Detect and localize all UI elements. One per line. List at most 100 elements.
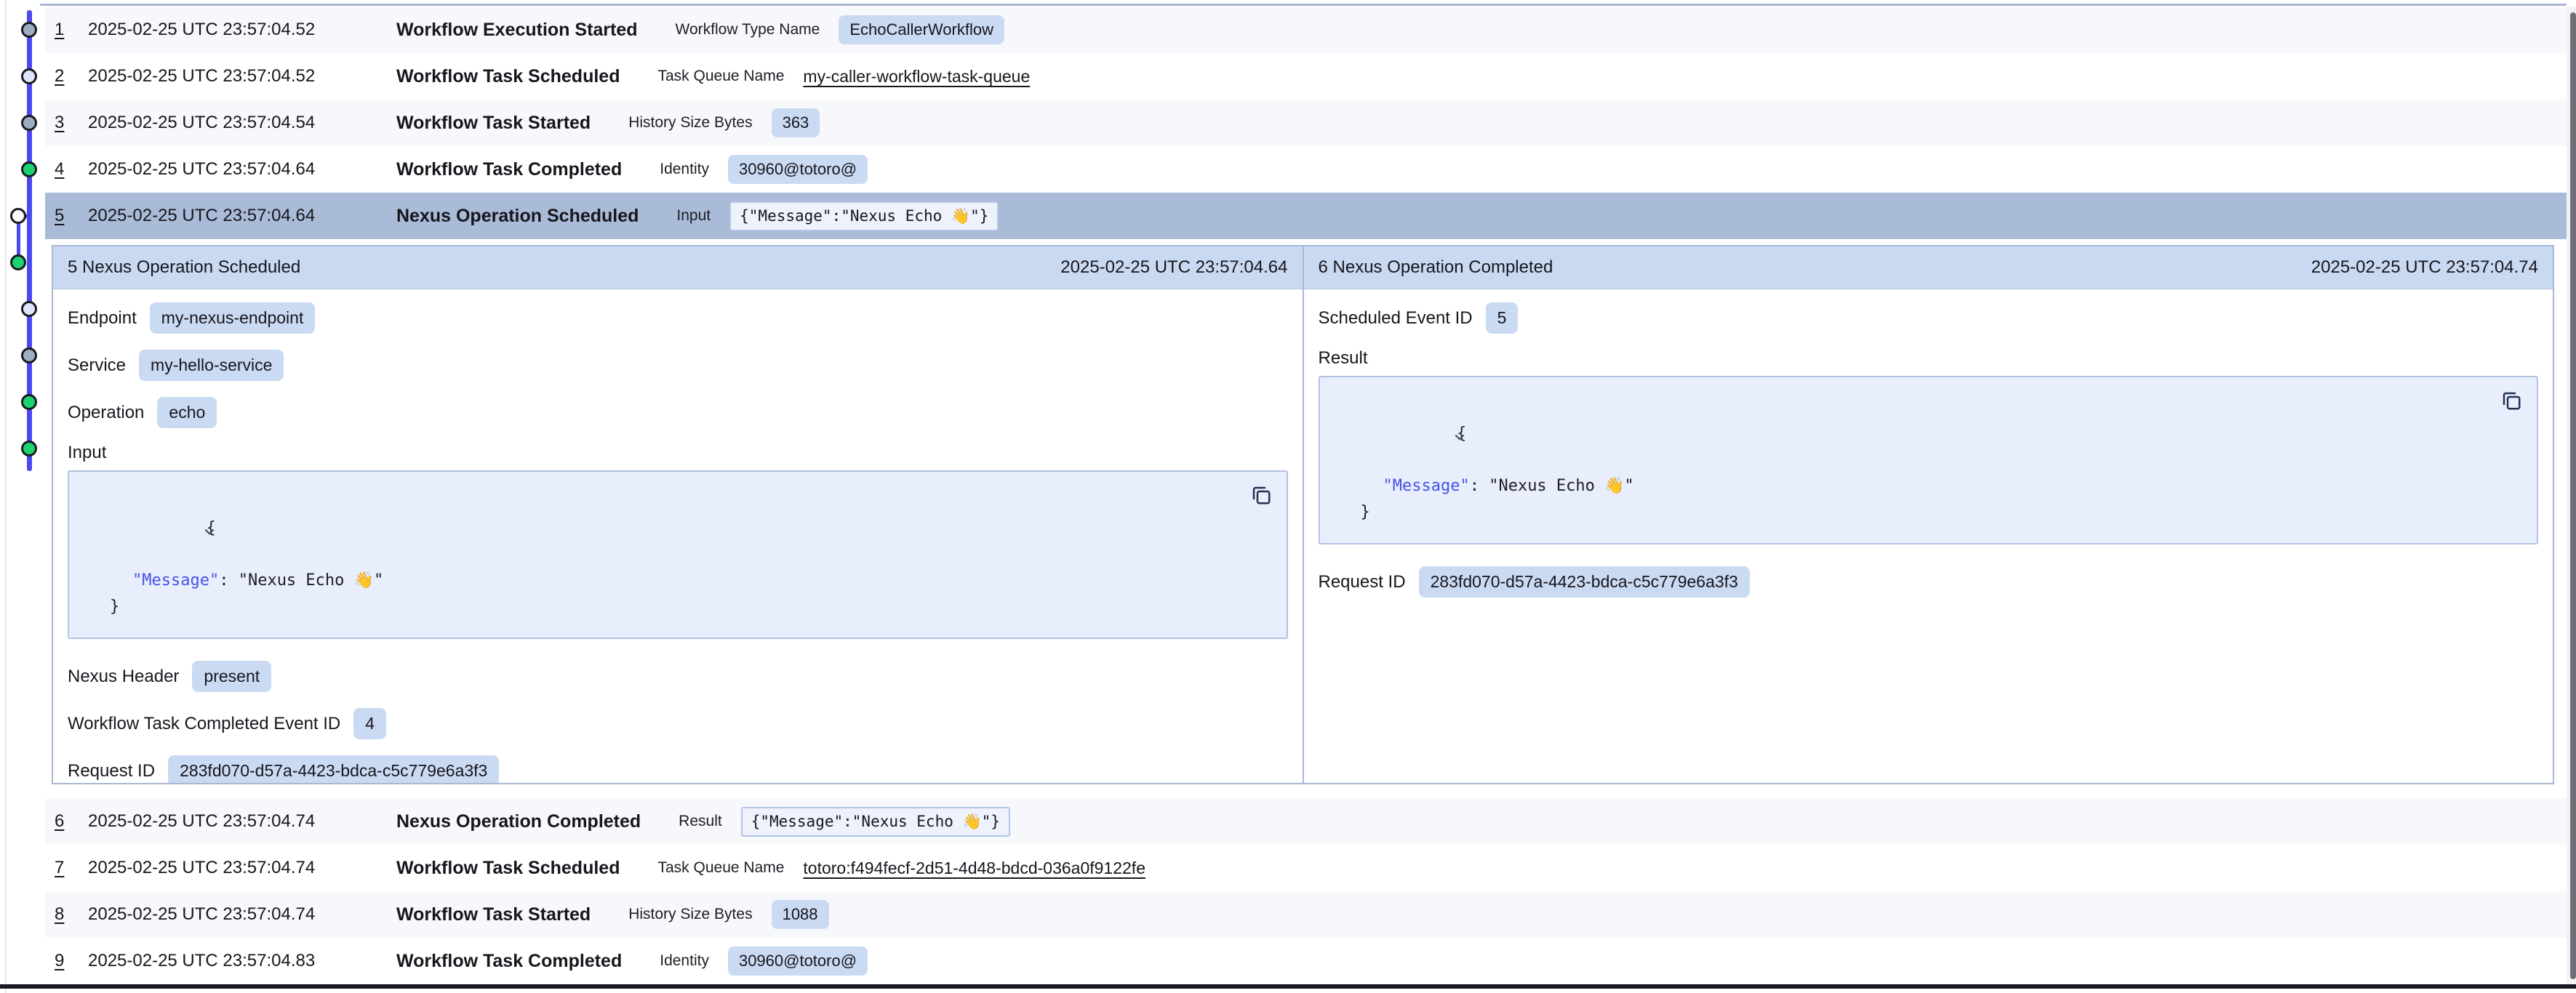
- event-rows-bottom: 6 2025-02-25 UTC 23:57:04.74 Nexus Opera…: [45, 798, 2567, 984]
- event-timestamp: 2025-02-25 UTC 23:57:04.64: [88, 159, 396, 180]
- copy-button[interactable]: [1249, 483, 1273, 508]
- event-timestamp: 2025-02-25 UTC 23:57:04.74: [88, 858, 396, 878]
- graph-node-7-icon[interactable]: [21, 301, 37, 317]
- event-name: Nexus Operation Completed: [396, 811, 641, 832]
- event-payload-badge: {"Message":"Nexus Echo 👋"}: [729, 201, 999, 231]
- next-row-edge: [0, 984, 2576, 989]
- event-6-detail-panel: 6 Nexus Operation Completed 2025-02-25 U…: [1304, 246, 2553, 783]
- event-timestamp: 2025-02-25 UTC 23:57:04.52: [88, 20, 396, 40]
- panel-title: 6 Nexus Operation Completed: [1319, 257, 1553, 278]
- event-name: Workflow Task Completed: [396, 159, 622, 180]
- event-name: Workflow Task Completed: [396, 951, 622, 972]
- event-id-link[interactable]: 1: [55, 20, 88, 40]
- history-table-top-border: [40, 4, 2567, 6]
- task-queue-link[interactable]: totoro:f494fecf-2d51-4d48-bdcd-036a0f912…: [803, 859, 1145, 878]
- event-id-link[interactable]: 8: [55, 904, 88, 925]
- service-label: Service: [68, 355, 126, 376]
- event-timestamp: 2025-02-25 UTC 23:57:04.64: [88, 206, 396, 226]
- event-attr-value-badge: 363: [772, 108, 820, 137]
- event-6-panel-header[interactable]: 6 Nexus Operation Completed 2025-02-25 U…: [1304, 246, 2553, 289]
- graph-node-5-icon[interactable]: [10, 208, 26, 224]
- request-id-value-badge: 283fd070-d57a-4423-bdca-c5c779e6a3f3: [1419, 566, 1750, 598]
- wtc-event-id-field: Workflow Task Completed Event ID 4: [68, 708, 1288, 739]
- event-timestamp: 2025-02-25 UTC 23:57:04.74: [88, 904, 396, 925]
- event-row-7[interactable]: 7 2025-02-25 UTC 23:57:04.74 Workflow Ta…: [45, 845, 2567, 891]
- json-value: : "Nexus Echo 👋": [1470, 477, 1634, 495]
- event-name: Workflow Task Started: [396, 113, 591, 134]
- scrollbar-track[interactable]: [2567, 7, 2576, 984]
- event-attr-value-badge: 30960@totoro@: [728, 946, 868, 976]
- event-row-6[interactable]: 6 2025-02-25 UTC 23:57:04.74 Nexus Opera…: [45, 798, 2567, 845]
- panel-timestamp: 2025-02-25 UTC 23:57:04.74: [2311, 257, 2538, 278]
- event-id-link[interactable]: 9: [55, 951, 88, 971]
- event-attr-value-badge: 1088: [772, 900, 829, 929]
- event-id-link[interactable]: 4: [55, 159, 88, 180]
- event-attr-value-badge: 30960@totoro@: [728, 155, 868, 184]
- event-rows-top: 1 2025-02-25 UTC 23:57:04.52 Workflow Ex…: [45, 7, 2567, 239]
- endpoint-field: Endpoint my-nexus-endpoint: [68, 302, 1288, 334]
- collapse-json-icon[interactable]: [1337, 401, 1353, 417]
- event-attr-label: History Size Bytes: [628, 114, 752, 132]
- scrollbar-thumb[interactable]: [2570, 12, 2576, 979]
- json-close-brace: }: [110, 598, 119, 616]
- endpoint-label: Endpoint: [68, 308, 137, 329]
- nexus-header-field: Nexus Header present: [68, 661, 1288, 692]
- event-attr-value-badge: EchoCallerWorkflow: [839, 15, 1004, 44]
- event-timestamp: 2025-02-25 UTC 23:57:04.52: [88, 66, 396, 87]
- event-row-2[interactable]: 2 2025-02-25 UTC 23:57:04.52 Workflow Ta…: [45, 53, 2567, 100]
- wtc-event-id-value-badge: 4: [353, 708, 386, 739]
- result-label: Result: [1319, 348, 2539, 369]
- event-row-8[interactable]: 8 2025-02-25 UTC 23:57:04.74 Workflow Ta…: [45, 891, 2567, 938]
- graph-node-6-icon[interactable]: [10, 254, 26, 270]
- event-id-link[interactable]: 6: [55, 811, 88, 832]
- panel-timestamp: 2025-02-25 UTC 23:57:04.64: [1060, 257, 1287, 278]
- json-line-key-value: "Message": "Nexus Echo 👋": [1337, 473, 2487, 499]
- scheduled-event-id-label: Scheduled Event ID: [1319, 308, 1473, 329]
- graph-node-1-icon[interactable]: [21, 22, 37, 38]
- event-row-9[interactable]: 9 2025-02-25 UTC 23:57:04.83 Workflow Ta…: [45, 938, 2567, 984]
- service-field: Service my-hello-service: [68, 350, 1288, 381]
- event-id-link[interactable]: 2: [55, 66, 88, 87]
- endpoint-value-badge: my-nexus-endpoint: [150, 302, 316, 334]
- json-close-brace: }: [1361, 503, 1370, 521]
- operation-label: Operation: [68, 403, 144, 423]
- copy-button[interactable]: [2499, 389, 2524, 414]
- event-row-1[interactable]: 1 2025-02-25 UTC 23:57:04.52 Workflow Ex…: [45, 7, 2567, 53]
- request-id-label: Request ID: [1319, 572, 1406, 592]
- json-line-open: {: [87, 489, 1236, 568]
- event-name: Workflow Task Scheduled: [396, 66, 620, 87]
- json-line-open: {: [1337, 395, 2487, 473]
- event-row-4[interactable]: 4 2025-02-25 UTC 23:57:04.64 Workflow Ta…: [45, 146, 2567, 193]
- graph-node-2-icon[interactable]: [21, 68, 37, 84]
- service-value-badge: my-hello-service: [139, 350, 284, 381]
- event-5-panel-header[interactable]: 5 Nexus Operation Scheduled 2025-02-25 U…: [53, 246, 1303, 289]
- json-value: : "Nexus Echo 👋": [219, 571, 383, 590]
- operation-value-badge: echo: [157, 397, 217, 428]
- collapse-json-icon[interactable]: [87, 495, 103, 511]
- event-id-link[interactable]: 5: [55, 206, 88, 226]
- event-row-5-selected[interactable]: 5 2025-02-25 UTC 23:57:04.64 Nexus Opera…: [45, 193, 2567, 239]
- task-queue-link[interactable]: my-caller-workflow-task-queue: [803, 67, 1030, 87]
- json-key: "Message": [110, 571, 219, 590]
- event-attr-label: Identity: [660, 952, 709, 970]
- request-id-field: Request ID 283fd070-d57a-4423-bdca-c5c77…: [1319, 566, 2539, 598]
- graph-node-8-icon[interactable]: [21, 347, 37, 363]
- event-attr-label: Result: [679, 813, 722, 830]
- event-id-link[interactable]: 3: [55, 113, 88, 133]
- json-key: "Message": [1361, 477, 1470, 495]
- input-json-viewer: { "Message": "Nexus Echo 👋" }: [68, 470, 1288, 639]
- scheduled-event-id-value-badge: 5: [1486, 302, 1519, 334]
- graph-node-3-icon[interactable]: [21, 115, 37, 131]
- event-id-link[interactable]: 7: [55, 858, 88, 878]
- event-name: Workflow Execution Started: [396, 20, 638, 41]
- event-timestamp: 2025-02-25 UTC 23:57:04.83: [88, 951, 396, 971]
- graph-node-9-icon[interactable]: [21, 394, 37, 410]
- request-id-field: Request ID 283fd070-d57a-4423-bdca-c5c77…: [68, 755, 1288, 783]
- copy-icon: [1250, 484, 1272, 506]
- graph-node-4-icon[interactable]: [21, 161, 37, 177]
- event-5-panel-body: Endpoint my-nexus-endpoint Service my-he…: [53, 289, 1303, 783]
- graph-node-10-icon[interactable]: [21, 441, 37, 457]
- request-id-value-badge: 283fd070-d57a-4423-bdca-c5c779e6a3f3: [168, 755, 499, 783]
- event-row-3[interactable]: 3 2025-02-25 UTC 23:57:04.54 Workflow Ta…: [45, 100, 2567, 146]
- input-label: Input: [68, 443, 1288, 463]
